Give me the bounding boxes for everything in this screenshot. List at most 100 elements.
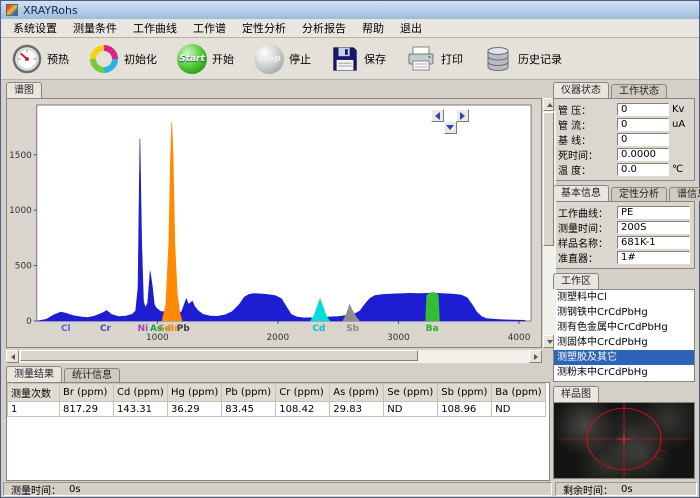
printer-icon [406, 44, 436, 74]
pan-right-button[interactable] [456, 109, 469, 122]
workspace-item[interactable]: 测钢铁中CrCdPbHg [554, 305, 694, 320]
spectrum-tabs: 谱图 [6, 82, 550, 98]
measure-time-status-value: 0s [69, 484, 81, 495]
svg-text:2000: 2000 [267, 333, 290, 343]
hscroll-thumb[interactable] [20, 350, 418, 361]
svg-text:1500: 1500 [9, 151, 32, 161]
chart-nav-buttons [431, 109, 469, 134]
sample-name-field[interactable]: 681K-1 [617, 236, 690, 249]
column-header: Se (ppm) [384, 384, 438, 402]
scroll-right-button[interactable] [529, 350, 542, 363]
menu-item-work-spectrum[interactable]: 工作谱 [185, 19, 234, 37]
pan-left-button[interactable] [431, 109, 444, 122]
pan-down-button[interactable] [444, 121, 457, 134]
menu-item-help[interactable]: 帮助 [354, 19, 392, 37]
tab-measure-results[interactable]: 测量结果 [6, 366, 62, 382]
tab-basic-info[interactable]: 基本信息 [553, 185, 609, 201]
results-tabs: 测量结果 统计信息 [6, 366, 550, 382]
menu-item-measure-conditions[interactable]: 测量条件 [65, 19, 125, 37]
column-header: Br (ppm) [60, 384, 114, 402]
svg-text:Pb: Pb [177, 324, 190, 334]
start-sphere-icon: Start [177, 44, 207, 74]
svg-text:Cl: Cl [61, 324, 71, 334]
vscroll-thumb[interactable] [543, 112, 554, 246]
database-icon [483, 44, 513, 74]
tab-work-status[interactable]: 工作状态 [611, 84, 667, 98]
tab-spectrum-info[interactable]: 谱信息 [669, 187, 700, 201]
print-button[interactable]: 打印 [403, 42, 466, 76]
scroll-left-button[interactable] [6, 350, 19, 363]
save-label: 保存 [364, 51, 386, 67]
cell-cd: 143.31 [114, 402, 168, 417]
chart-vscrollbar[interactable] [543, 98, 556, 348]
menu-item-exit[interactable]: 退出 [392, 19, 430, 37]
hscroll-track[interactable] [19, 350, 529, 363]
tab-statistics[interactable]: 统计信息 [64, 368, 120, 382]
column-header: Cd (ppm) [114, 384, 168, 402]
tube-voltage-unit: Kv [672, 104, 690, 115]
baseline-field[interactable]: 0 [617, 133, 669, 146]
cell-sb: 108.96 [438, 402, 492, 417]
save-button[interactable]: 保存 [328, 43, 389, 75]
table-header-row: 测量次数 Br (ppm) Cd (ppm) Hg (ppm) Pb (ppm)… [8, 384, 546, 402]
instrument-status-tabs: 仪器状态 工作状态 [553, 82, 695, 98]
initialize-button[interactable]: 初始化 [86, 42, 160, 76]
menu-item-work-curve[interactable]: 工作曲线 [125, 19, 185, 37]
workspace-list: 测塑料中Cl 测钢铁中CrCdPbHg 测有色金属中CrCdPbHg 测固体中C… [553, 289, 695, 382]
preheat-button[interactable]: 预热 [9, 42, 72, 76]
work-curve-field[interactable]: PE [617, 206, 690, 219]
measure-time-field[interactable]: 200S [617, 221, 690, 234]
tube-voltage-field[interactable]: 0 [617, 103, 669, 116]
tab-instrument-status[interactable]: 仪器状态 [553, 82, 609, 98]
start-button[interactable]: Start 开始 [174, 42, 237, 76]
svg-text:Cr: Cr [100, 324, 112, 334]
info-pane: 仪器状态 工作状态 管 压： 0 Kv 管 流： 0 uA 基 线： 0 [550, 80, 699, 481]
remaining-time-status-value: 0s [621, 484, 633, 495]
column-header: Pb (ppm) [222, 384, 276, 402]
column-header: As (ppm) [330, 384, 384, 402]
tab-spectrum[interactable]: 谱图 [6, 82, 42, 98]
dead-time-label: 死时间： [558, 147, 614, 162]
cell-pb: 83.45 [222, 402, 276, 417]
workspace-item[interactable]: 测塑料中Cl [554, 290, 694, 305]
menu-item-system-settings[interactable]: 系统设置 [5, 19, 65, 37]
chart-row: 0500100015001000200030004000ClCrNiAsSeBr… [6, 98, 550, 348]
collimator-field[interactable]: 1# [617, 251, 690, 264]
tube-current-field[interactable]: 0 [617, 118, 669, 131]
history-label: 历史记录 [518, 51, 562, 67]
status-bar: 测量时间： 0s 剩余时间： 0s [1, 481, 699, 497]
cell-ba: ND [492, 402, 546, 417]
svg-text:Cd: Cd [312, 324, 325, 334]
workspace-item[interactable]: 测粉末中CrCdPbHg [554, 365, 694, 380]
stop-button[interactable]: Stop 停止 [251, 42, 314, 76]
sample-name-label: 样品名称： [558, 235, 614, 250]
workspace-item-selected[interactable]: 测塑胶及其它 [554, 350, 694, 365]
vscroll-track[interactable] [543, 111, 556, 335]
history-button[interactable]: 历史记录 [480, 42, 565, 76]
temperature-field[interactable]: 0.0 [617, 163, 669, 176]
left-arrow-icon [435, 112, 440, 120]
workspace-item[interactable]: 测固体中CrCdPbHg [554, 335, 694, 350]
cell-measure-count: 1 [8, 402, 60, 417]
menu-item-analysis-report[interactable]: 分析报告 [294, 19, 354, 37]
down-arrow-icon [446, 125, 454, 130]
tab-sample-image[interactable]: 样品图 [553, 386, 599, 402]
temperature-unit: ℃ [672, 164, 690, 175]
dead-time-field[interactable]: 0.0000 [617, 148, 669, 161]
left-arrow-icon [11, 354, 15, 360]
cell-br: 817.29 [60, 402, 114, 417]
spectrum-chart[interactable]: 0500100015001000200030004000ClCrNiAsSeBr… [6, 98, 542, 348]
instrument-status-panel: 管 压： 0 Kv 管 流： 0 uA 基 线： 0 死时间： 0.0000 [553, 98, 695, 181]
chart-hscrollbar[interactable] [6, 350, 542, 363]
stop-sphere-icon: Stop [254, 44, 284, 74]
tab-qualitative[interactable]: 定性分析 [611, 187, 667, 201]
menu-bar: 系统设置 测量条件 工作曲线 工作谱 定性分析 分析报告 帮助 退出 [1, 19, 699, 38]
measure-time-status-label: 测量时间： [11, 482, 61, 497]
table-row[interactable]: 1 817.29 143.31 36.29 83.45 108.42 29.83… [8, 402, 546, 417]
remaining-time-status-label: 剩余时间： [563, 482, 613, 497]
initialize-ring-icon [89, 44, 119, 74]
menu-item-qualitative-analysis[interactable]: 定性分析 [234, 19, 294, 37]
tab-workspace[interactable]: 工作区 [553, 273, 599, 289]
svg-text:3000: 3000 [387, 333, 410, 343]
workspace-item[interactable]: 测有色金属中CrCdPbHg [554, 320, 694, 335]
